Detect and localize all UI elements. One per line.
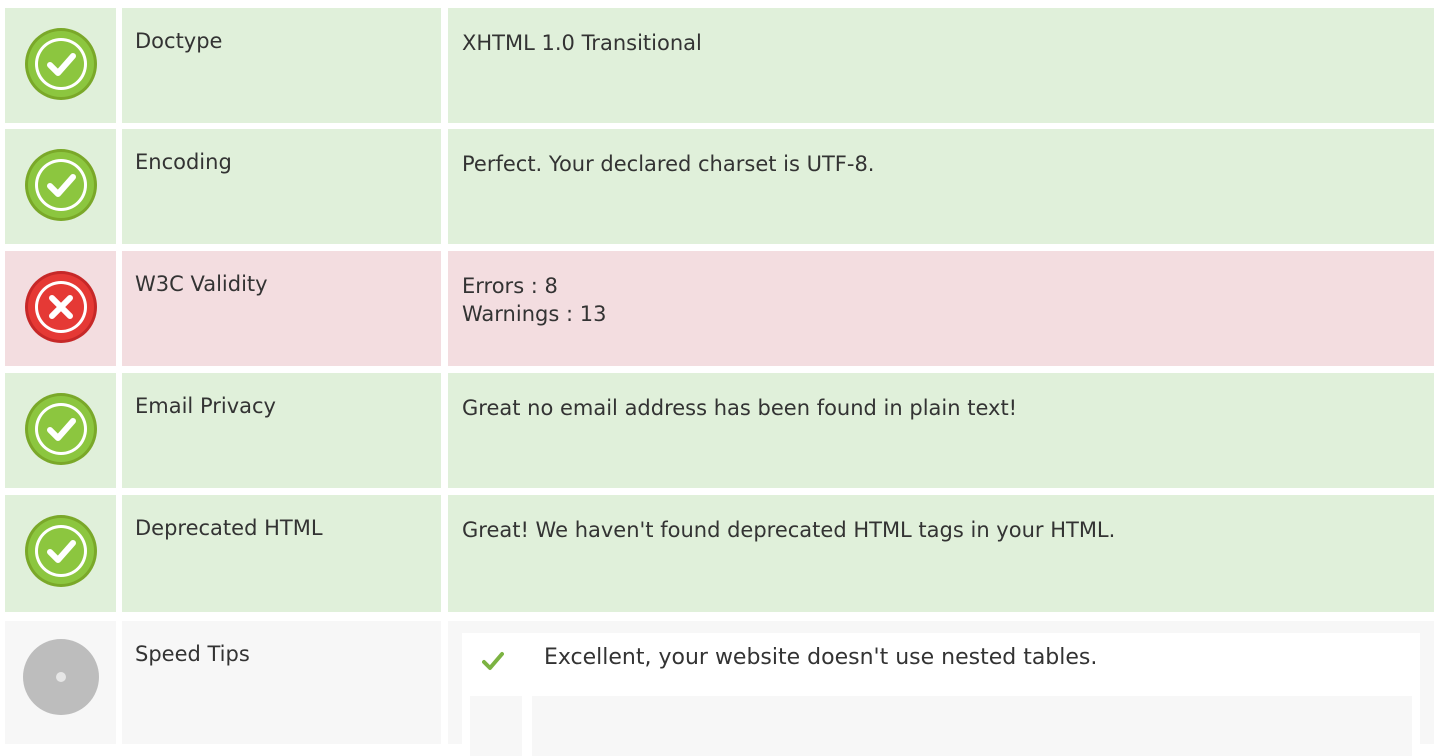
check-label-cell: Doctype (122, 8, 441, 123)
check-value-cell: Errors : 8 Warnings : 13 (448, 251, 1434, 366)
result-row-email-privacy: Email Privacy Great no email address has… (0, 373, 1442, 488)
check-label: W3C Validity (135, 272, 268, 296)
check-value: Perfect. Your declared charset is UTF-8. (462, 152, 875, 176)
status-cell (5, 621, 116, 744)
check-label-cell: Speed Tips (122, 621, 441, 744)
status-cell (5, 373, 116, 488)
status-cell (5, 8, 116, 123)
check-icon (482, 652, 504, 670)
tip-subrow-text-cell (532, 696, 1412, 756)
warnings-count: Warnings : 13 (462, 302, 607, 326)
check-label: Email Privacy (135, 394, 276, 418)
check-value-cell: Perfect. Your declared charset is UTF-8. (448, 129, 1434, 244)
check-label: Encoding (135, 150, 232, 174)
check-label-cell: W3C Validity (122, 251, 441, 366)
result-row-doctype: Doctype XHTML 1.0 Transitional (0, 8, 1442, 123)
result-row-w3c-validity: W3C Validity Errors : 8 Warnings : 13 (0, 251, 1442, 366)
check-label-cell: Encoding (122, 129, 441, 244)
speed-tip-text: Excellent, your website doesn't use nest… (544, 645, 1098, 670)
speed-tips-list: Excellent, your website doesn't use nest… (462, 633, 1420, 756)
check-label: Doctype (135, 29, 223, 53)
result-row-deprecated-html: Deprecated HTML Great! We haven't found … (0, 495, 1442, 612)
check-label: Speed Tips (135, 642, 250, 666)
check-circle-icon (25, 28, 97, 100)
check-circle-icon (25, 393, 97, 465)
result-row-speed-tips: Speed Tips Excellent, your website doesn… (0, 621, 1442, 756)
x-circle-icon (25, 271, 97, 343)
check-value-cell: Great no email address has been found in… (448, 373, 1434, 488)
check-label: Deprecated HTML (135, 516, 323, 540)
check-value: XHTML 1.0 Transitional (462, 31, 702, 55)
status-cell (5, 495, 116, 612)
result-row-encoding: Encoding Perfect. Your declared charset … (0, 129, 1442, 244)
check-value-cell: XHTML 1.0 Transitional (448, 8, 1434, 123)
tip-subrow-icon-cell (470, 696, 522, 756)
check-circle-icon (25, 149, 97, 221)
check-value: Great no email address has been found in… (462, 396, 1018, 420)
dot-circle-icon (23, 639, 99, 715)
check-value: Great! We haven't found deprecated HTML … (462, 518, 1116, 542)
check-label-cell: Deprecated HTML (122, 495, 441, 612)
status-cell (5, 129, 116, 244)
check-circle-icon (25, 515, 97, 587)
status-cell (5, 251, 116, 366)
check-label-cell: Email Privacy (122, 373, 441, 488)
errors-count: Errors : 8 (462, 274, 558, 298)
check-value-cell: Great! We haven't found deprecated HTML … (448, 495, 1434, 612)
